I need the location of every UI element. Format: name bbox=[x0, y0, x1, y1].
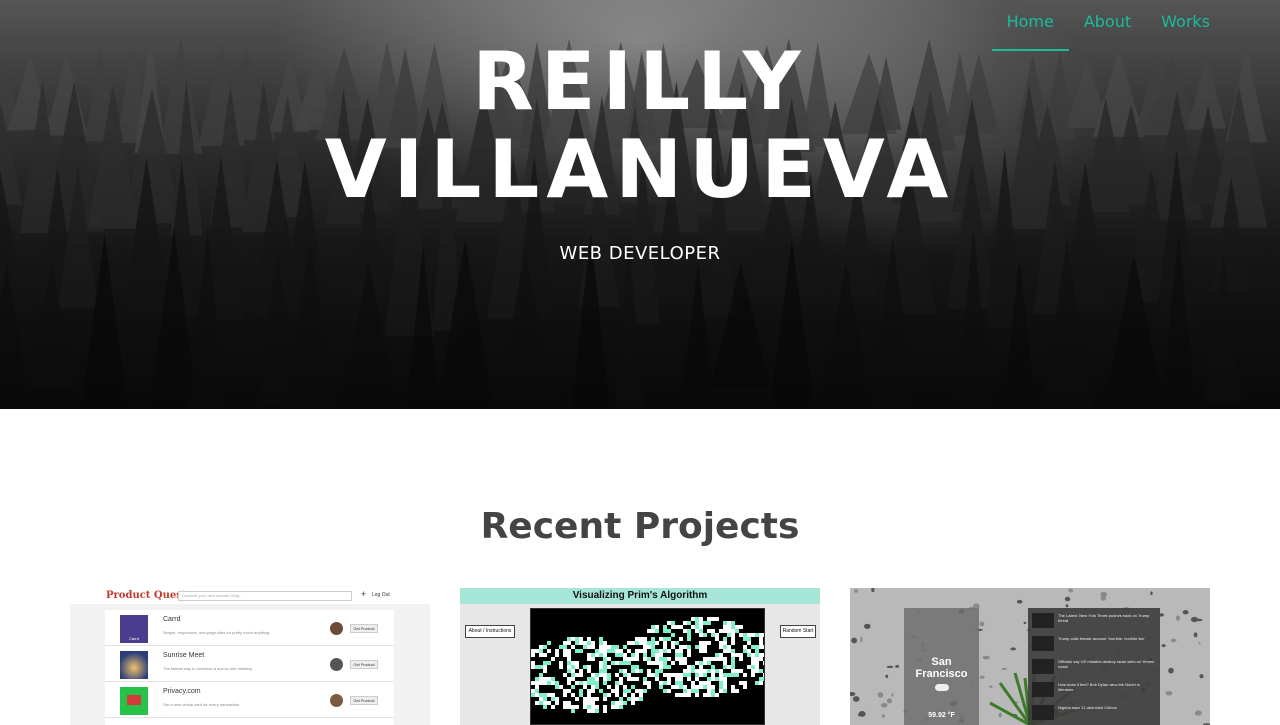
weather-temperature: 59.92 °F bbox=[928, 712, 955, 719]
list-item: Sunrise Meet The fastest way to schedule… bbox=[105, 646, 394, 682]
news-thumbnail bbox=[1032, 636, 1054, 651]
weather-panel: San Francisco 59.92 °F bbox=[904, 608, 979, 725]
news-headline: How does it feel? Bob Dylan wins the Nob… bbox=[1058, 682, 1140, 692]
pq-search-input: Discover your next favorite thing... bbox=[178, 591, 352, 601]
project-card-prims-algorithm[interactable]: Visualizing Prim's Algorithm About / Ins… bbox=[460, 588, 820, 725]
avatar bbox=[330, 658, 343, 671]
product-description: The fastest way to schedule a one-to-one… bbox=[163, 666, 252, 671]
prim-title-bar: Visualizing Prim's Algorithm bbox=[460, 588, 820, 604]
hero-title-line2: VILLANUEVA bbox=[324, 123, 956, 216]
recent-projects-heading: Recent Projects bbox=[480, 506, 800, 547]
avatar bbox=[330, 694, 343, 707]
hero-subtitle: WEB DEVELOPER bbox=[559, 243, 721, 264]
product-name: Privacy.com bbox=[163, 688, 201, 695]
news-item: Officials say US missiles destroy radar … bbox=[1028, 656, 1160, 676]
card-icon bbox=[127, 695, 141, 705]
news-thumbnail bbox=[1032, 682, 1054, 697]
about-instructions-button: About / Instructions bbox=[465, 625, 515, 638]
avatar bbox=[330, 622, 343, 635]
plus-icon: + bbox=[361, 589, 367, 599]
project-card-product-quest[interactable]: Product Quest Discover your next favorit… bbox=[70, 588, 430, 725]
pq-logout-link: Log Out bbox=[372, 592, 390, 598]
get-product-button: Get Product bbox=[350, 660, 378, 669]
news-item: The Latest: New York Times pushes back o… bbox=[1028, 610, 1160, 630]
news-item: How does it feel? Bob Dylan wins the Nob… bbox=[1028, 679, 1160, 699]
thumb-label: Carrd bbox=[128, 636, 139, 641]
maze-visualization bbox=[530, 608, 767, 725]
maze-svg bbox=[531, 617, 767, 713]
cloud-icon bbox=[935, 684, 949, 691]
news-item: Trump calls female accuser 'horrible, ho… bbox=[1028, 633, 1160, 653]
news-panel: The Latest: New York Times pushes back o… bbox=[1028, 608, 1160, 725]
pq-logo: Product Quest bbox=[106, 590, 187, 601]
news-thumbnail bbox=[1032, 613, 1054, 628]
product-description: Simple, responsive, one-page sites for p… bbox=[163, 630, 271, 635]
product-name: Carrd bbox=[163, 616, 181, 623]
news-headline: Trump calls female accuser 'horrible, ho… bbox=[1058, 636, 1145, 641]
random-start-button: Random Start bbox=[780, 625, 816, 638]
news-headline: The Latest: New York Times pushes back o… bbox=[1058, 613, 1150, 623]
get-product-button: Get Product bbox=[350, 624, 378, 633]
privacy-thumbnail bbox=[120, 687, 148, 715]
news-item: Nigeria says 21 abducted Chibok bbox=[1028, 702, 1160, 722]
prim-title: Visualizing Prim's Algorithm bbox=[572, 590, 708, 601]
news-headline: Nigeria says 21 abducted Chibok bbox=[1058, 705, 1117, 710]
pq-product-list: Carrd Carrd Simple, responsive, one-page… bbox=[105, 610, 394, 725]
news-thumbnail bbox=[1032, 659, 1054, 674]
product-description: Get a new virtual card for every transac… bbox=[163, 702, 240, 707]
pq-header: Product Quest Discover your next favorit… bbox=[70, 588, 430, 604]
list-item: Carrd Carrd Simple, responsive, one-page… bbox=[105, 610, 394, 646]
product-name: Sunrise Meet bbox=[163, 652, 205, 659]
news-headline: Officials say US missiles destroy radar … bbox=[1058, 659, 1155, 669]
hero-title: REILLY VILLANUEVA bbox=[0, 38, 1280, 214]
hero-title-line1: REILLY bbox=[472, 35, 808, 128]
project-card-weather-news[interactable]: San Francisco 59.92 °F The Latest: New Y… bbox=[850, 588, 1210, 725]
list-item: Privacy.com Get a new virtual card for e… bbox=[105, 682, 394, 718]
sunrise-thumbnail bbox=[120, 651, 148, 679]
hero-banner: Home About Works REILLY VILLANUEVA WEB D… bbox=[0, 0, 1280, 409]
weather-city: San Francisco bbox=[915, 656, 968, 680]
carrd-thumbnail: Carrd bbox=[120, 615, 148, 643]
news-thumbnail bbox=[1032, 705, 1054, 720]
get-product-button: Get Product bbox=[350, 696, 378, 705]
